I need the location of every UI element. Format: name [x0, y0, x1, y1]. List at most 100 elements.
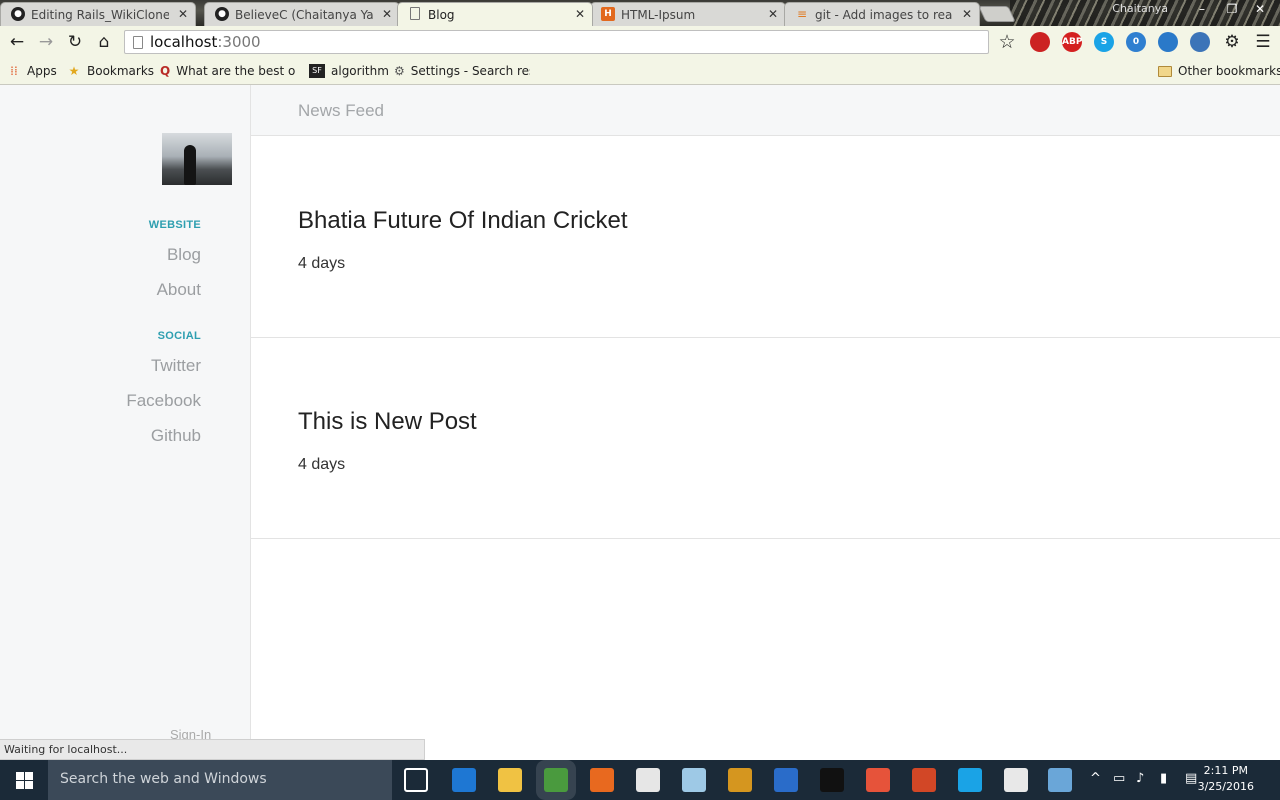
bookmark-star-icon[interactable]: ☆: [996, 31, 1018, 53]
tab-strip: ● Editing Rails_WikiClone/R ✕ ● BelieveC (Ch…: [0, 0, 1280, 26]
reload-icon[interactable]: ↻: [64, 31, 86, 53]
avatar[interactable]: [162, 133, 232, 185]
apps-grid-icon: ⁞⁞: [10, 64, 18, 78]
edge-icon[interactable]: [452, 768, 476, 792]
news-feed: News Feed Bhatia Future Of Indian Cricke…: [251, 85, 1280, 740]
address-port: :3000: [217, 33, 261, 51]
taskbar-clock[interactable]: 2:11 PM 3/25/2016: [1198, 763, 1254, 795]
network-icon[interactable]: ▭: [1113, 771, 1125, 786]
bookmark-label: Other bookmarks: [1178, 64, 1280, 78]
folder-icon: [1158, 65, 1172, 77]
tab-label: git - Add images to readm: [815, 7, 953, 22]
start-button[interactable]: [0, 760, 48, 800]
browser-toolbar: ← → ↻ ⌂ localhost:3000 ☆ ABP S 0 ⚙ ☰: [0, 26, 1280, 58]
bookmark-algorithm[interactable]: SF algorithm: [309, 62, 389, 80]
tab-label: HTML-Ipsum: [621, 7, 696, 22]
post-age: 4 days: [298, 255, 346, 272]
back-icon[interactable]: ←: [6, 31, 28, 53]
post-title[interactable]: Bhatia Future Of Indian Cricket: [298, 207, 627, 235]
bookmarks-bar: ⁞⁞ Apps ★ Bookmarks Q What are the best onl…: [0, 58, 1280, 85]
minimize-icon[interactable]: –: [1188, 0, 1216, 20]
task-view-icon[interactable]: [404, 768, 428, 792]
clock-time: 2:11 PM: [1203, 764, 1248, 777]
quora-icon: Q: [160, 64, 171, 78]
skype-icon[interactable]: S: [1094, 32, 1114, 52]
tab-close-icon[interactable]: ✕: [575, 7, 585, 21]
bookmark-label: Bookmarks: [87, 64, 155, 78]
section-heading-social: SOCIAL: [157, 330, 201, 342]
lastpass-icon[interactable]: [1030, 32, 1050, 52]
menu-icon[interactable]: ☰: [1252, 31, 1274, 53]
address-bar[interactable]: localhost:3000: [124, 30, 989, 54]
history-icon[interactable]: [1158, 32, 1178, 52]
nav-link-twitter[interactable]: Twitter: [151, 356, 201, 376]
bookmark-settings[interactable]: ⚙ Settings - Search resu: [394, 62, 530, 80]
action-center-icon[interactable]: ▤: [1185, 771, 1197, 786]
tab-close-icon[interactable]: ✕: [382, 7, 392, 21]
tray-expand-icon[interactable]: ^: [1090, 771, 1101, 786]
downloader-icon[interactable]: [1190, 32, 1210, 52]
page-icon: [133, 35, 143, 49]
restore-icon[interactable]: ❐: [1218, 0, 1246, 20]
browser-tab[interactable]: ● Editing Rails_WikiClone/R ✕: [0, 2, 196, 26]
notifier-icon[interactable]: 0: [1126, 32, 1146, 52]
bookmark-quora[interactable]: Q What are the best onli: [160, 62, 296, 80]
adblock-plus-icon[interactable]: ABP: [1062, 32, 1082, 52]
section-heading-website: WEBSITE: [148, 219, 201, 231]
bookmark-label: algorithm: [331, 64, 389, 78]
home-icon[interactable]: ⌂: [93, 31, 115, 53]
notes-icon[interactable]: [682, 768, 706, 792]
profile-name[interactable]: Chaitanya: [1112, 2, 1168, 15]
tab-close-icon[interactable]: ✕: [768, 7, 778, 21]
nav-link-blog[interactable]: Blog: [167, 245, 201, 265]
nav-link-github[interactable]: Github: [151, 426, 201, 446]
bookmark-label: What are the best onli: [176, 64, 296, 78]
paint-icon[interactable]: [1048, 768, 1072, 792]
tab-close-icon[interactable]: ✕: [178, 7, 188, 21]
file-explorer-icon[interactable]: [498, 768, 522, 792]
stackoverflow-icon: ≡: [796, 7, 808, 21]
feed-title: News Feed: [298, 101, 384, 120]
nav-link-about[interactable]: About: [157, 280, 201, 300]
brackets-icon[interactable]: [774, 768, 798, 792]
nav-link-facebook[interactable]: Facebook: [126, 391, 201, 411]
feed-header: News Feed: [251, 85, 1280, 136]
chrome-icon[interactable]: [544, 768, 568, 792]
clock-date: 3/25/2016: [1197, 780, 1254, 793]
command-prompt-icon[interactable]: [820, 768, 844, 792]
gear-icon: ⚙: [394, 64, 405, 78]
movies-icon[interactable]: [1004, 768, 1028, 792]
sf-icon: SF: [309, 64, 325, 78]
bookmark-label: Settings - Search resu: [410, 64, 530, 78]
post-item: This is New Post 4 days: [251, 338, 1280, 539]
browser-tab[interactable]: H HTML-Ipsum ✕: [590, 2, 786, 26]
battery-icon[interactable]: ▮: [1160, 771, 1167, 786]
browser-status: Waiting for localhost...: [0, 739, 425, 760]
html-ipsum-icon: H: [601, 7, 615, 21]
skype-icon[interactable]: [958, 768, 982, 792]
office-icon[interactable]: [912, 768, 936, 792]
star-icon: ★: [68, 64, 80, 78]
bookmark-label: Apps: [27, 64, 57, 78]
post-title[interactable]: This is New Post: [298, 408, 477, 436]
browser-tab[interactable]: ≡ git - Add images to readm ✕: [784, 2, 980, 26]
new-tab-button[interactable]: [978, 6, 1016, 22]
bookmark-apps[interactable]: ⁞⁞ Apps: [7, 62, 57, 80]
forward-icon[interactable]: →: [35, 31, 57, 53]
taskbar-search[interactable]: Search the web and Windows: [48, 760, 392, 800]
camera-icon[interactable]: [636, 768, 660, 792]
volume-icon[interactable]: ♪: [1136, 771, 1144, 786]
browser-tab[interactable]: ● BelieveC (Chaitanya Yadav ✕: [204, 2, 400, 26]
tab-close-icon[interactable]: ✕: [962, 7, 972, 21]
bookmark-other[interactable]: Other bookmarks: [1158, 62, 1280, 80]
git-icon[interactable]: [866, 768, 890, 792]
address-host: localhost: [150, 33, 218, 51]
sublime-text-icon[interactable]: [728, 768, 752, 792]
blog-sidebar: WEBSITE Blog About SOCIAL Twitter Facebo…: [0, 85, 251, 742]
firefox-icon[interactable]: [590, 768, 614, 792]
settings-gear-icon[interactable]: ⚙: [1221, 31, 1243, 53]
bookmark-bookmarks[interactable]: ★ Bookmarks: [67, 62, 154, 80]
browser-tab[interactable]: Blog ✕: [397, 2, 593, 26]
close-window-icon[interactable]: ✕: [1246, 0, 1274, 20]
post-age: 4 days: [298, 456, 346, 473]
